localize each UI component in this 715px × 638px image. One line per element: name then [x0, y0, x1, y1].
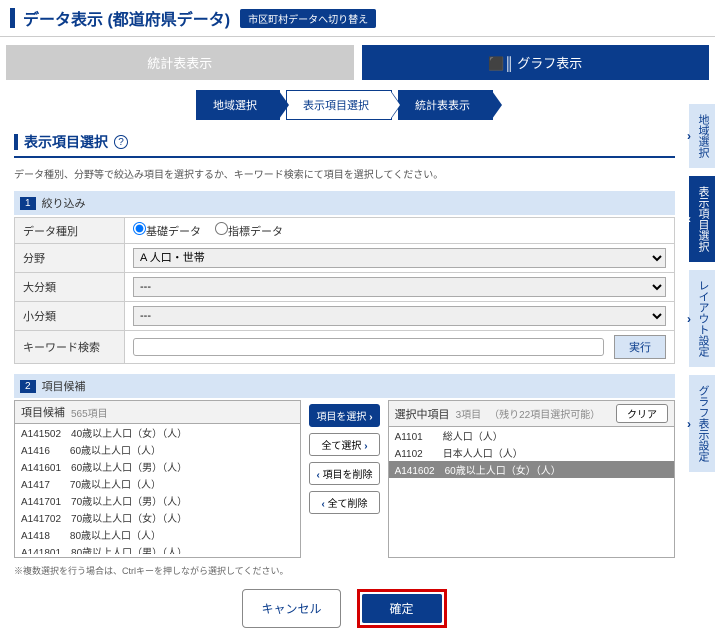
selected-remaining: （残り22項目選択可能）	[489, 406, 600, 421]
main-panel: 地域選択 表示項目選択 統計表表示 表示項目選択 ? データ種別、分野等で絞込み…	[0, 80, 689, 638]
tab-table-view[interactable]: 統計表表示	[6, 45, 354, 80]
remove-item-button[interactable]: ‹ 項目を削除	[309, 462, 379, 485]
candidates-list[interactable]: A141502 40歳以上人口（女）（人）A1416 60歳以上人口（人）A14…	[15, 424, 300, 554]
sidebar-region[interactable]: 地域選択 ›	[689, 104, 715, 168]
chevron-left-icon: ‹	[321, 499, 324, 510]
selected-list-panel: 選択中項目 3項目 （残り22項目選択可能） クリア A1101 総人口（人）A…	[388, 400, 675, 558]
candidates-area: 項目候補 565項目 A141502 40歳以上人口（女）（人）A1416 60…	[14, 400, 675, 558]
tab-graph-label: グラフ表示	[517, 56, 582, 71]
select-field[interactable]: A 人口・世帯	[133, 248, 666, 268]
select-major[interactable]: ---	[133, 277, 666, 297]
candidates-header-label: 項目候補	[42, 378, 86, 394]
help-icon[interactable]: ?	[114, 135, 128, 149]
keyword-input[interactable]	[133, 338, 604, 356]
remove-all-button[interactable]: ‹ 全て削除	[309, 491, 379, 514]
select-all-label: 全て選択	[321, 441, 361, 452]
candidates-list-title: 項目候補	[21, 404, 65, 420]
datakind-radio-group: 基礎データ 指標データ	[133, 222, 666, 239]
label-datakind: データ種別	[15, 218, 125, 244]
cancel-button[interactable]: キャンセル	[242, 589, 340, 628]
step-region[interactable]: 地域選択	[196, 90, 280, 120]
chevron-right-icon: ›	[687, 312, 691, 326]
page-header: データ表示 (都道府県データ) 市区町村データへ切り替え	[0, 0, 715, 37]
candidates-list-panel: 項目候補 565項目 A141502 40歳以上人口（女）（人）A1416 60…	[14, 400, 301, 558]
label-field: 分野	[15, 244, 125, 273]
view-tabs: 統計表表示 ⬛║ グラフ表示	[0, 37, 715, 80]
list-item[interactable]: A1417 70歳以上人口（人）	[15, 475, 300, 492]
chevron-left-icon: ‹	[687, 212, 691, 226]
list-item[interactable]: A1102 日本人人口（人）	[389, 444, 674, 461]
remove-item-label: 項目を削除	[323, 470, 373, 481]
section-title: 表示項目選択	[24, 132, 108, 152]
transfer-buttons: 項目を選択 › 全て選択 › ‹ 項目を削除 ‹ 全て削除	[309, 400, 379, 558]
confirm-button[interactable]: 確定	[362, 594, 442, 623]
list-item[interactable]: A1101 総人口（人）	[389, 427, 674, 444]
candidates-count: 565項目	[71, 405, 108, 420]
right-sidebar: 地域選択 › 表示項目選択 ‹ レイアウト設定 › グラフ表示設定 ›	[689, 80, 715, 638]
chevron-right-icon: ›	[369, 412, 372, 423]
filter-table: データ種別 基礎データ 指標データ 分野 A 人口・世帯 大分類 --- 小分類…	[14, 217, 675, 364]
selected-list-title: 選択中項目	[395, 406, 450, 422]
radio-indicator[interactable]: 指標データ	[215, 222, 283, 239]
list-item[interactable]: A1418 80歳以上人口（人）	[15, 526, 300, 543]
exec-button[interactable]: 実行	[614, 335, 666, 359]
chevron-left-icon: ‹	[316, 470, 319, 481]
sidebar-graph-label: グラフ表示設定	[695, 385, 711, 462]
list-item[interactable]: A141601 60歳以上人口（男）（人）	[15, 458, 300, 475]
chevron-right-icon: ›	[687, 417, 691, 431]
confirm-highlight: 確定	[357, 589, 447, 628]
action-buttons: キャンセル 確定	[14, 589, 675, 628]
radio-basic[interactable]: 基礎データ	[133, 222, 201, 239]
sidebar-layout-label: レイアウト設定	[695, 280, 711, 357]
wizard-steps: 地域選択 表示項目選択 統計表表示	[14, 90, 675, 120]
section-accent-bar	[14, 134, 18, 150]
label-minor: 小分類	[15, 302, 125, 331]
multiselect-note: ※複数選択を行う場合は、Ctrlキーを押しながら選択してください。	[14, 564, 675, 577]
selected-count: 3項目	[456, 406, 482, 421]
filter-step-number: 1	[20, 197, 36, 210]
sidebar-layout[interactable]: レイアウト設定 ›	[689, 270, 715, 367]
step-table[interactable]: 統計表表示	[398, 90, 493, 120]
select-item-button[interactable]: 項目を選択 ›	[309, 404, 379, 427]
switch-data-link[interactable]: 市区町村データへ切り替え	[240, 9, 376, 28]
page-title: データ表示 (都道府県データ)	[23, 6, 230, 30]
candidates-header: 2 項目候補	[14, 374, 675, 398]
bar-chart-icon: ⬛║	[488, 56, 513, 71]
step-items[interactable]: 表示項目選択	[286, 90, 392, 120]
remove-all-label: 全て削除	[328, 499, 368, 510]
list-item[interactable]: A141701 70歳以上人口（男）（人）	[15, 492, 300, 509]
section-description: データ種別、分野等で絞込み項目を選択するか、キーワード検索にて項目を選択してくだ…	[14, 166, 675, 181]
sidebar-items-label: 表示項目選択	[695, 186, 711, 252]
list-item[interactable]: A141502 40歳以上人口（女）（人）	[15, 424, 300, 441]
selected-list[interactable]: A1101 総人口（人）A1102 日本人人口（人）A141602 60歳以上人…	[389, 427, 674, 557]
select-minor[interactable]: ---	[133, 306, 666, 326]
select-item-label: 項目を選択	[316, 412, 366, 423]
header-accent-bar	[10, 8, 15, 28]
section-header: 表示項目選択 ?	[14, 132, 675, 158]
candidates-list-header: 項目候補 565項目	[15, 401, 300, 424]
sidebar-graph[interactable]: グラフ表示設定 ›	[689, 375, 715, 472]
radio-basic-label: 基礎データ	[146, 226, 201, 238]
list-item[interactable]: A141702 70歳以上人口（女）（人）	[15, 509, 300, 526]
list-item[interactable]: A1416 60歳以上人口（人）	[15, 441, 300, 458]
tab-graph-view[interactable]: ⬛║ グラフ表示	[362, 45, 710, 80]
sidebar-items[interactable]: 表示項目選択 ‹	[689, 176, 715, 262]
clear-button[interactable]: クリア	[616, 404, 668, 423]
label-major: 大分類	[15, 273, 125, 302]
chevron-right-icon: ›	[687, 129, 691, 143]
list-item[interactable]: A141602 60歳以上人口（女）（人）	[389, 461, 674, 478]
radio-basic-input[interactable]	[133, 222, 146, 235]
sidebar-region-label: 地域選択	[695, 114, 711, 158]
radio-indicator-input[interactable]	[215, 222, 228, 235]
filter-header: 1 絞り込み	[14, 191, 675, 215]
filter-header-label: 絞り込み	[42, 195, 86, 211]
select-all-button[interactable]: 全て選択 ›	[309, 433, 379, 456]
candidates-step-number: 2	[20, 380, 36, 393]
chevron-right-icon: ›	[364, 441, 367, 452]
label-keyword: キーワード検索	[15, 331, 125, 364]
selected-list-header: 選択中項目 3項目 （残り22項目選択可能） クリア	[389, 401, 674, 427]
radio-indicator-label: 指標データ	[228, 226, 283, 238]
